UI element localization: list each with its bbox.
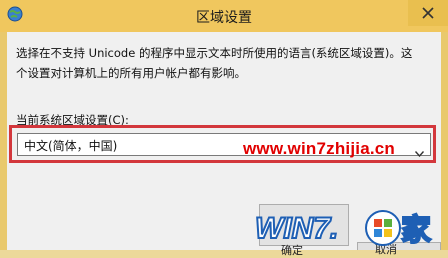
window-title: 区域设置	[196, 10, 252, 26]
logo-suffix: 家	[401, 213, 431, 248]
chevron-down-icon	[414, 142, 425, 161]
selected-locale: 中文(简体，中国)	[24, 139, 118, 153]
description-line-2: 个设置对计算机上的所有用户帐户都有影响。	[16, 66, 246, 80]
description: 选择在不支持 Unicode 的程序中显示文本时所使用的语言(系统区域设置)。这…	[16, 43, 440, 83]
region-settings-dialog: 区域设置 选择在不支持 Unicode 的程序中显示文本时所使用的语言(系统区域…	[0, 0, 448, 257]
windows-flag-icon	[365, 210, 401, 246]
close-icon	[422, 7, 434, 19]
description-line-1: 选择在不支持 Unicode 的程序中显示文本时所使用的语言(系统区域设置)。这	[16, 46, 413, 60]
win7-logo: WIN7. 家	[251, 192, 447, 254]
watermark-url: www.win7zhijia.cn	[243, 139, 396, 158]
close-button[interactable]	[408, 0, 448, 26]
title-bar: 区域设置	[0, 0, 448, 32]
svg-text:WIN7.: WIN7.	[255, 212, 338, 245]
